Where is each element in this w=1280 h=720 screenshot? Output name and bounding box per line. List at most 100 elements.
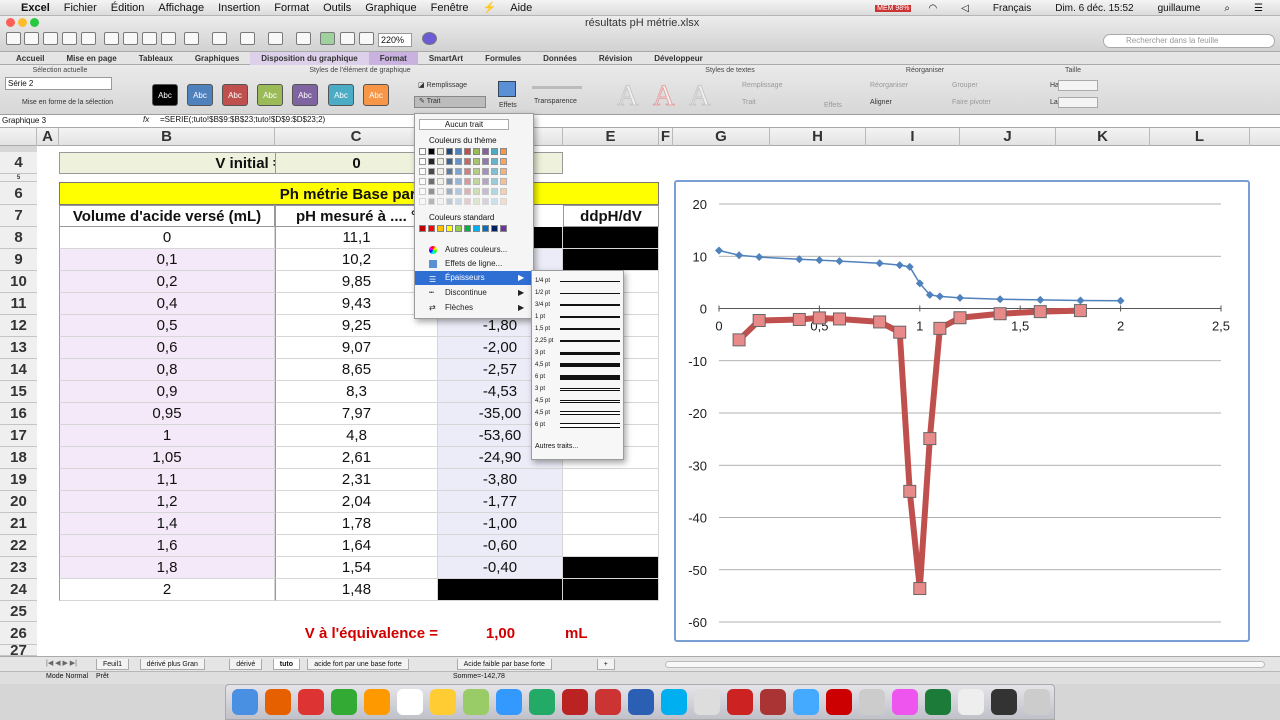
filter-icon[interactable] [296, 32, 311, 45]
menu-fenetre[interactable]: Fenêtre [424, 2, 476, 14]
line-button[interactable]: ✎ Trait [414, 96, 486, 108]
row-header-13[interactable]: 13 [0, 337, 37, 359]
theme-color-shade[interactable] [473, 158, 480, 165]
volume-cell[interactable]: 1,8 [59, 557, 275, 579]
row-header-24[interactable]: 24 [0, 579, 37, 601]
theme-color-shade[interactable] [473, 198, 480, 205]
theme-color-shade[interactable] [428, 188, 435, 195]
clock[interactable]: Dim. 6 déc. 15:52 [1048, 3, 1140, 14]
tab-donnees[interactable]: Données [532, 52, 588, 65]
volume-cell[interactable]: 2 [59, 579, 275, 601]
standard-color-swatch[interactable] [491, 225, 498, 232]
theme-color-shade[interactable] [437, 158, 444, 165]
theme-color-shade[interactable] [455, 198, 462, 205]
ph-cell[interactable]: 7,97 [275, 403, 438, 425]
open-icon[interactable] [43, 32, 58, 45]
cut-icon[interactable] [104, 32, 119, 45]
column-header-f[interactable]: F [659, 128, 673, 146]
row-header-6[interactable]: 6 [0, 182, 37, 205]
new-document-icon[interactable] [6, 32, 21, 45]
line-effects-item[interactable]: Effets de ligne... [415, 257, 533, 271]
paste-icon[interactable] [142, 32, 157, 45]
volume-cell[interactable]: 0,1 [59, 249, 275, 271]
theme-color-shade[interactable] [428, 198, 435, 205]
theme-color-shade[interactable] [464, 188, 471, 195]
redo-icon[interactable] [212, 32, 227, 45]
volume-icon[interactable]: ◁ [954, 3, 976, 14]
column-header-i[interactable]: I [866, 128, 960, 146]
reorganize-button[interactable]: Réorganiser [870, 82, 908, 89]
tab-accueil[interactable]: Accueil [0, 52, 55, 65]
theme-color-shade[interactable] [446, 168, 453, 175]
more-weights-item[interactable]: Autres traits... [535, 443, 578, 450]
ph-cell[interactable]: 1,48 [275, 579, 438, 601]
theme-color-shade[interactable] [491, 198, 498, 205]
theme-color-shade[interactable] [500, 198, 507, 205]
gallery-icon[interactable] [320, 32, 335, 45]
tab-format[interactable]: Format [368, 51, 418, 65]
weight-item[interactable]: 1 pt [532, 312, 623, 323]
theme-color-shade[interactable] [428, 158, 435, 165]
ddph-cell[interactable] [563, 513, 659, 535]
theme-color-shade[interactable] [464, 178, 471, 185]
tab-mise-en-page[interactable]: Mise en page [55, 52, 127, 65]
menu-outils[interactable]: Outils [316, 2, 358, 14]
theme-color-shade[interactable] [482, 158, 489, 165]
column-header-g[interactable]: G [673, 128, 770, 146]
theme-color-shade[interactable] [464, 168, 471, 175]
transparency-label[interactable]: Transparence [534, 98, 577, 105]
menu-affichage[interactable]: Affichage [151, 2, 211, 14]
equiv-value[interactable]: 1,00 [438, 622, 563, 645]
style-abc-black[interactable]: Abc [152, 84, 178, 106]
theme-color-shade[interactable] [482, 168, 489, 175]
row-header-27[interactable]: 27 [0, 643, 37, 658]
format-selection-button[interactable]: Mise en forme de la sélection [22, 99, 113, 106]
theme-color-swatch[interactable] [464, 148, 471, 155]
row-header-25[interactable]: 25 [0, 601, 37, 622]
ddph-cell[interactable] [563, 469, 659, 491]
more-colors-item[interactable]: Autres couleurs... [415, 243, 533, 257]
theme-color-swatch[interactable] [428, 148, 435, 155]
theme-color-shade[interactable] [500, 168, 507, 175]
effects-label[interactable]: Effets [499, 102, 517, 109]
row-header-17[interactable]: 17 [0, 425, 37, 447]
row-header-16[interactable]: 16 [0, 403, 37, 425]
ddph-cell[interactable] [563, 579, 659, 601]
menu-edition[interactable]: Édition [104, 2, 152, 14]
window-controls[interactable] [6, 18, 44, 28]
templates-icon[interactable] [24, 32, 39, 45]
tab-formules[interactable]: Formules [474, 52, 532, 65]
dock-calendrier-icon[interactable] [397, 689, 423, 715]
column-header-b[interactable]: B [59, 128, 275, 146]
row-header-12[interactable]: 12 [0, 315, 37, 337]
media-icon[interactable] [359, 32, 374, 45]
derivee-cell[interactable]: -0,60 [438, 535, 563, 557]
row-header-14[interactable]: 14 [0, 359, 37, 381]
ph-cell[interactable]: 1,64 [275, 535, 438, 557]
transparency-slider[interactable] [532, 86, 582, 89]
format-painter-icon[interactable] [161, 32, 176, 45]
ph-cell[interactable]: 8,65 [275, 359, 438, 381]
menu-insertion[interactable]: Insertion [211, 2, 267, 14]
dock-documents-icon[interactable] [958, 689, 984, 715]
derivee-cell[interactable]: -1,00 [438, 513, 563, 535]
language-flag[interactable]: Français [986, 3, 1038, 14]
weight-item[interactable]: 1,5 pt [532, 324, 623, 335]
volume-cell[interactable]: 0,9 [59, 381, 275, 403]
theme-color-shade[interactable] [455, 178, 462, 185]
style-abc-purple[interactable]: Abc [292, 84, 318, 106]
theme-color-shade[interactable] [455, 158, 462, 165]
dock-filezilla-icon[interactable] [562, 689, 588, 715]
arrows-item[interactable]: ⇄ Flèches ▶ [415, 301, 533, 315]
dock-terminal-icon[interactable] [991, 689, 1017, 715]
volume-cell[interactable]: 1,4 [59, 513, 275, 535]
tab-disposition-graphique[interactable]: Disposition du graphique [250, 51, 369, 65]
save-icon[interactable] [62, 32, 77, 45]
copy-icon[interactable] [123, 32, 138, 45]
standard-color-swatch[interactable] [446, 225, 453, 232]
theme-color-shade[interactable] [428, 168, 435, 175]
standard-color-swatch[interactable] [473, 225, 480, 232]
column-header-k[interactable]: K [1056, 128, 1150, 146]
theme-color-shade[interactable] [482, 198, 489, 205]
equiv-label[interactable]: V à l'équivalence = [275, 622, 438, 645]
